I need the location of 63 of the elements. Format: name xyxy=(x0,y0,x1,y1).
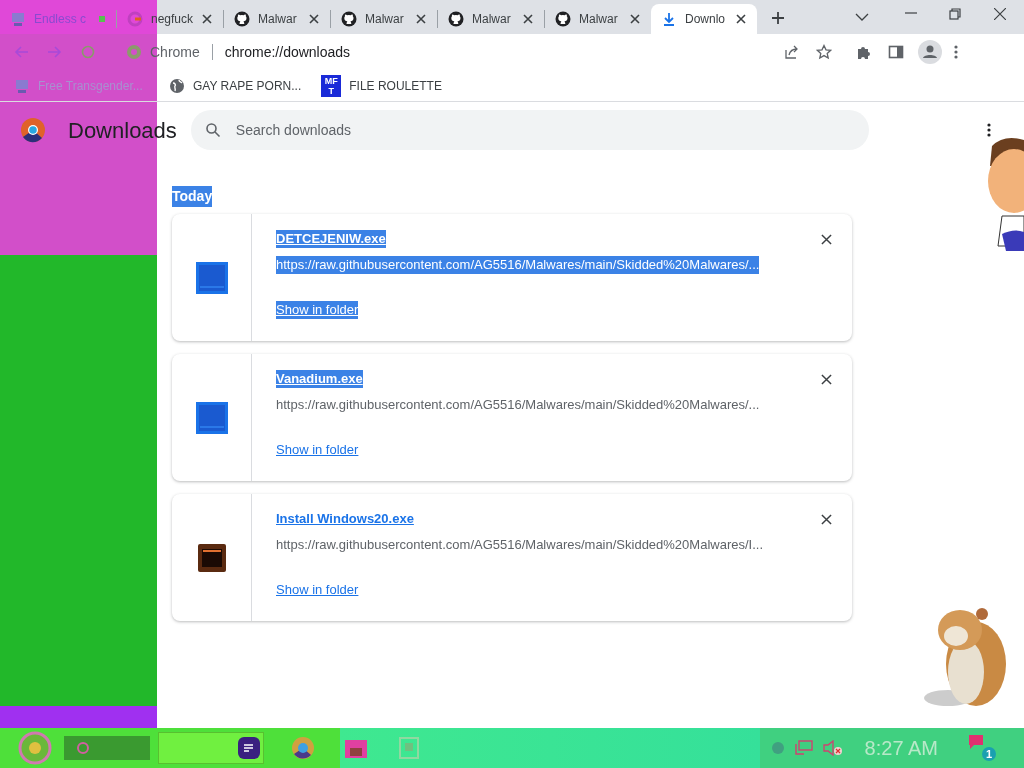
side-panel-icon[interactable] xyxy=(888,44,904,60)
close-icon[interactable] xyxy=(415,13,427,25)
tab[interactable]: Malwar xyxy=(438,4,544,34)
close-icon[interactable] xyxy=(994,8,1006,20)
download-icon xyxy=(661,11,677,27)
volume-icon[interactable] xyxy=(822,740,843,756)
search-icon xyxy=(204,122,221,138)
more-icon[interactable] xyxy=(987,122,991,138)
file-icon: MF T xyxy=(321,74,342,97)
app-icon xyxy=(195,401,228,434)
close-icon[interactable] xyxy=(735,13,747,25)
chrome-icon xyxy=(126,44,142,60)
close-icon[interactable] xyxy=(308,13,320,25)
source-url: https://raw.githubusercontent.com/AG5516/Malwares/main/Skidded%20Malwares/... xyxy=(276,256,760,274)
computer-icon xyxy=(10,11,26,27)
window-icon xyxy=(197,543,226,572)
app-icon xyxy=(195,261,228,294)
menu-icon[interactable] xyxy=(954,44,958,60)
tab[interactable]: Malwar xyxy=(545,4,651,34)
source-url: https://raw.githubusercontent.com/AG5516/Malwares/main/Skidded%20Malwares/... xyxy=(276,396,760,414)
close-icon[interactable] xyxy=(821,234,832,245)
github-icon xyxy=(555,11,571,27)
tab[interactable]: Malwar xyxy=(224,4,330,34)
app-icon[interactable] xyxy=(238,737,260,759)
profile-icon[interactable] xyxy=(918,40,942,64)
close-icon[interactable] xyxy=(821,514,832,525)
show-in-folder-link[interactable]: Show in folder xyxy=(276,581,359,599)
search-icon xyxy=(76,741,90,755)
close-icon[interactable] xyxy=(201,13,214,25)
file-name-link[interactable]: DETCEJENIW.exe xyxy=(276,230,386,248)
chevron-icon[interactable] xyxy=(855,13,869,21)
puzzle-icon[interactable] xyxy=(856,44,872,60)
chrome-icon[interactable] xyxy=(291,736,315,760)
show-in-folder-link[interactable]: Show in folder xyxy=(276,441,359,459)
chrome-logo-icon xyxy=(20,117,46,143)
notification-count: 1 xyxy=(982,747,996,761)
url-text: chrome://downloads xyxy=(224,42,351,62)
restore-icon[interactable] xyxy=(949,8,961,20)
github-icon xyxy=(341,11,357,27)
glitch-icon xyxy=(98,15,106,23)
search-field[interactable]: Search downloads xyxy=(190,110,869,150)
close-icon[interactable] xyxy=(629,13,641,25)
github-icon xyxy=(448,11,464,27)
close-icon[interactable] xyxy=(821,374,832,385)
github-icon xyxy=(234,11,250,27)
section-heading: Today xyxy=(172,185,213,207)
bookmark[interactable]: GAY RAPE PORN... xyxy=(169,76,302,95)
star-icon[interactable] xyxy=(816,44,832,60)
tab[interactable]: Downlo xyxy=(651,4,757,34)
show-in-folder-link[interactable]: Show in folder xyxy=(276,301,359,319)
source-url: https://raw.githubusercontent.com/AG5516/Malwares/main/Skidded%20Malwares/I... xyxy=(276,536,764,554)
close-icon[interactable] xyxy=(522,13,534,25)
taskbar-field[interactable] xyxy=(158,732,264,764)
folder-icon[interactable] xyxy=(345,738,367,758)
bookmark[interactable]: MF T FILE ROULETTE xyxy=(321,74,442,97)
computer-icon xyxy=(14,77,30,94)
globe-icon xyxy=(169,77,185,94)
file-name-link[interactable]: Install Windows20.exe xyxy=(276,510,414,528)
new-tab-icon[interactable] xyxy=(771,11,785,25)
tab[interactable]: Malwar xyxy=(331,4,437,34)
g-icon xyxy=(127,11,143,27)
share-icon[interactable] xyxy=(784,44,800,60)
file-name-link[interactable]: Vanadium.exe xyxy=(276,370,363,388)
